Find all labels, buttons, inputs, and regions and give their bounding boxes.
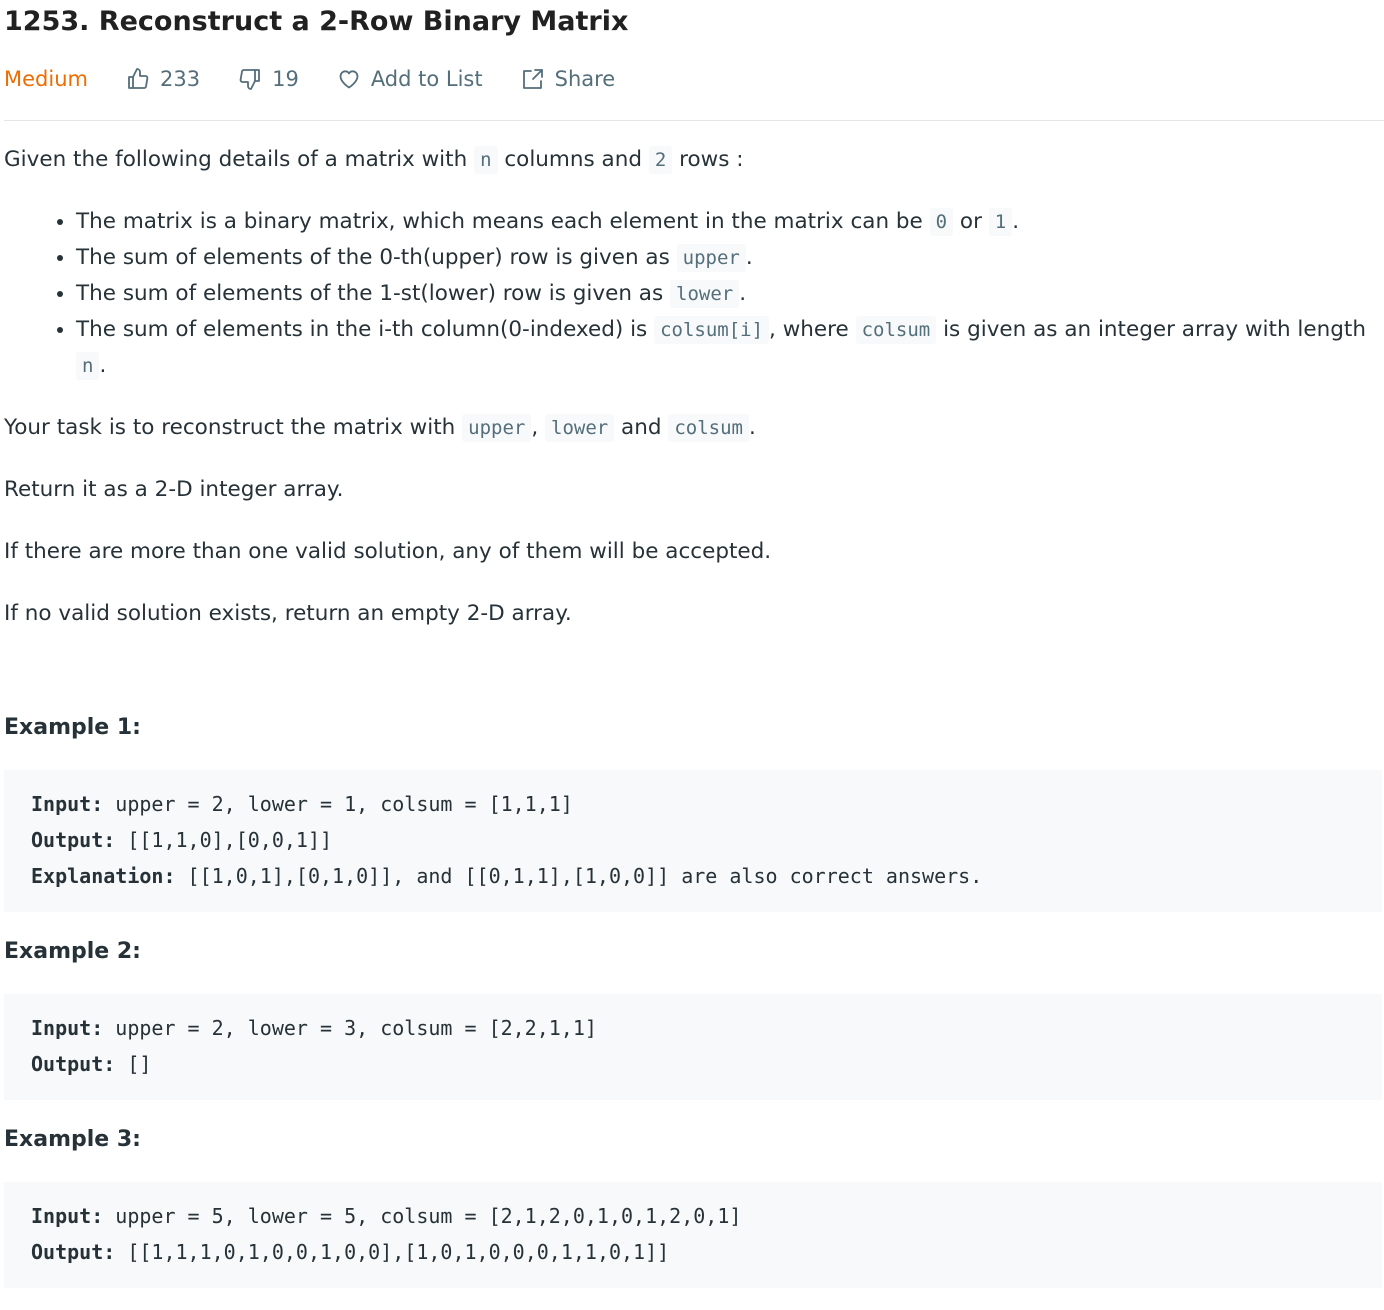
header-divider	[4, 120, 1384, 121]
example-1-block: Input: upper = 2, lower = 1, colsum = [1…	[4, 770, 1382, 912]
problem-page: 1253. Reconstruct a 2-Row Binary Matrix …	[0, 0, 1384, 1302]
add-to-list-label: Add to List	[370, 67, 483, 91]
inline-code: 2	[648, 146, 673, 174]
list-item: The sum of elements in the i-th column(0…	[76, 312, 1382, 384]
description-intro: Given the following details of a matrix …	[4, 146, 744, 174]
heart-icon	[339, 70, 359, 89]
dislike-count: 19	[272, 67, 299, 91]
inline-code: colsum[i]	[654, 316, 770, 344]
list-item: The sum of elements of the 1-st(lower) r…	[76, 276, 1382, 312]
inline-code: 0	[929, 208, 954, 236]
example-2-block: Input: upper = 2, lower = 3, colsum = [2…	[4, 994, 1382, 1100]
problem-description: Given the following details of a matrix …	[4, 142, 1382, 1310]
example-1-title: Example 1:	[4, 715, 141, 740]
inline-code: colsum	[668, 414, 749, 442]
inline-code: n	[76, 352, 100, 380]
example-2-title: Example 2:	[4, 939, 141, 964]
inline-code: upper	[462, 414, 532, 442]
inline-code: 1	[988, 208, 1013, 236]
difficulty-badge: Medium	[4, 67, 88, 91]
inline-code: upper	[676, 244, 746, 272]
description-multiple-solutions: If there are more than one valid solutio…	[4, 539, 772, 564]
description-return: Return it as a 2-D integer array.	[4, 477, 344, 502]
dislike-button[interactable]: 19	[238, 67, 299, 91]
share-icon	[522, 69, 543, 89]
like-count: 233	[159, 67, 201, 91]
list-item: The matrix is a binary matrix, which mea…	[76, 204, 1382, 240]
description-no-solution: If no valid solution exists, return an e…	[4, 601, 572, 626]
inline-code: lower	[545, 414, 615, 442]
problem-title: 1253. Reconstruct a 2-Row Binary Matrix	[4, 6, 629, 37]
thumbs-up-icon	[128, 68, 149, 89]
share-label: Share	[554, 67, 616, 91]
like-button[interactable]: 233	[126, 67, 200, 91]
example-3-block: Input: upper = 5, lower = 5, colsum = [2…	[4, 1182, 1382, 1288]
thumbs-down-icon	[239, 69, 260, 90]
description-task: Your task is to reconstruct the matrix w…	[4, 414, 756, 442]
inline-code: n	[474, 146, 498, 174]
inline-code: lower	[670, 280, 740, 308]
problem-meta-bar: Medium 233 19 Add to List Share	[4, 62, 653, 96]
add-to-list-button[interactable]: Add to List	[337, 67, 483, 91]
list-item: The sum of elements of the 0-th(upper) r…	[76, 240, 1382, 276]
constraint-list: The matrix is a binary matrix, which mea…	[4, 204, 1382, 384]
share-button[interactable]: Share	[521, 67, 616, 91]
inline-code: colsum	[855, 316, 937, 344]
example-3-title: Example 3:	[4, 1127, 141, 1152]
